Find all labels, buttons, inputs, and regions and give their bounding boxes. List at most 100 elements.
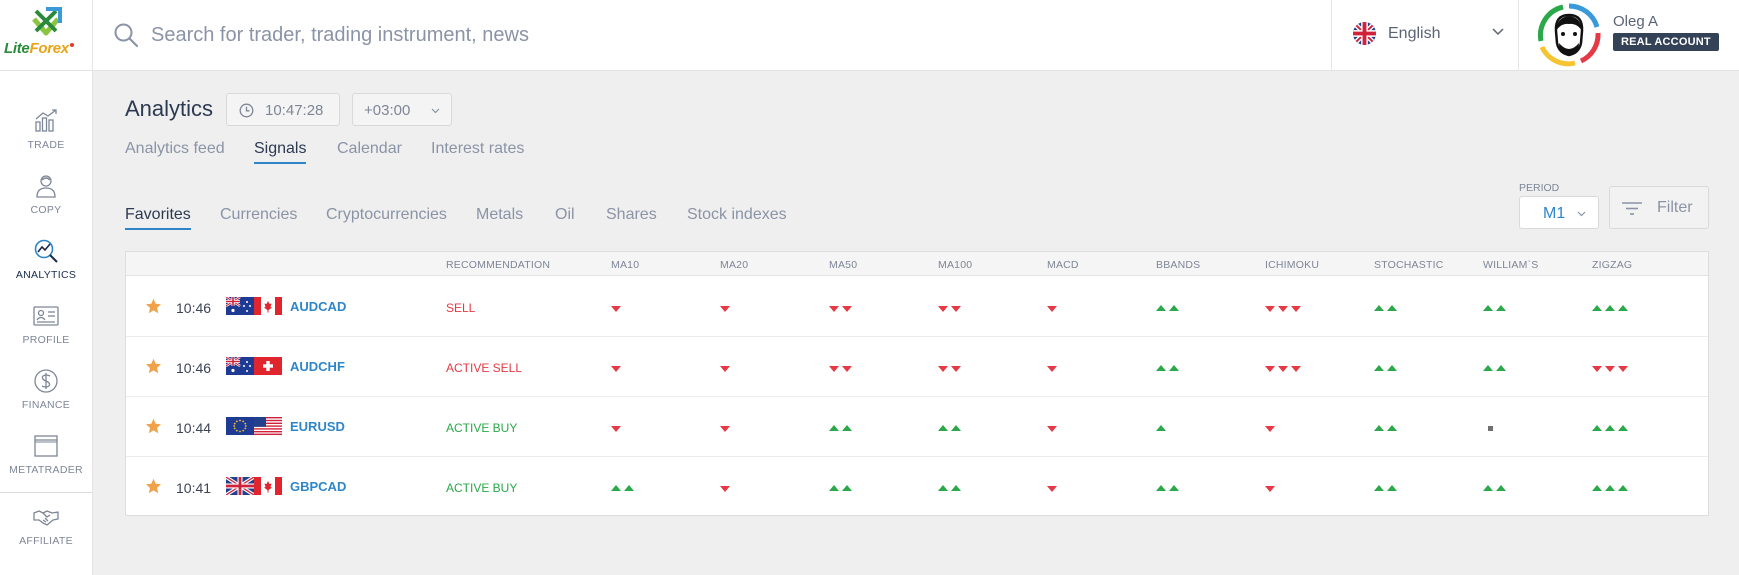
period-select[interactable]: M1 bbox=[1519, 196, 1599, 229]
flag-ca-icon bbox=[254, 477, 282, 495]
subtab-stock-indexes[interactable]: Stock indexes bbox=[687, 206, 787, 230]
chevron-down-icon bbox=[1577, 211, 1586, 217]
period-value: M1 bbox=[1543, 205, 1566, 222]
arrow-up-icon bbox=[1156, 303, 1182, 313]
arrow-up-icon bbox=[938, 423, 964, 433]
table-row[interactable]: 10:46 AUDCAD SELL bbox=[126, 277, 1708, 337]
signal-time: 10:44 bbox=[176, 420, 212, 436]
table-row[interactable]: 10:46 AUDCHF ACTIVE SELL bbox=[126, 337, 1708, 397]
column-header-zigzag: ZIGZAG bbox=[1592, 259, 1633, 271]
page-title: Analytics bbox=[125, 96, 214, 121]
logo-text: LiteForex bbox=[4, 40, 74, 57]
uk-flag-icon bbox=[1353, 22, 1376, 45]
arrow-down-icon bbox=[1265, 483, 1278, 493]
avatar bbox=[1537, 3, 1601, 67]
flag-ch-icon bbox=[254, 357, 282, 375]
sidebar-item-label: PROFILE bbox=[22, 334, 70, 346]
column-header-ma100: MA100 bbox=[938, 259, 973, 271]
arrow-down-icon bbox=[720, 483, 733, 493]
timezone-select[interactable]: +03:00 bbox=[352, 93, 452, 126]
subtab-metals[interactable]: Metals bbox=[476, 206, 523, 230]
arrow-down-icon bbox=[611, 363, 624, 373]
favorite-star-icon[interactable] bbox=[145, 478, 162, 495]
search-input[interactable] bbox=[151, 18, 1301, 52]
sidebar-item-finance[interactable]: FINANCE bbox=[0, 368, 92, 430]
arrow-down-icon bbox=[720, 303, 733, 313]
favorite-star-icon[interactable] bbox=[145, 358, 162, 375]
period-label: PERIOD bbox=[1519, 182, 1560, 194]
sidebar-item-metatrader[interactable]: METATRADER bbox=[0, 433, 92, 495]
trade-chart-icon bbox=[35, 109, 57, 132]
arrow-down-icon bbox=[938, 363, 964, 373]
favorite-star-icon[interactable] bbox=[145, 298, 162, 315]
signal-time: 10:41 bbox=[176, 480, 212, 496]
filter-button[interactable]: Filter bbox=[1609, 186, 1709, 229]
sidebar-item-analytics[interactable]: ANALYTICS bbox=[0, 238, 92, 300]
flag-gb-icon bbox=[226, 477, 255, 495]
table-row[interactable]: 10:44 EURUSD ACTIVE BUY bbox=[126, 397, 1708, 457]
sidebar-item-copy[interactable]: COPY bbox=[0, 173, 92, 235]
favorite-star-icon[interactable] bbox=[145, 418, 162, 435]
tab-analytics-feed[interactable]: Analytics feed bbox=[125, 140, 225, 164]
instrument-link[interactable]: EURUSD bbox=[290, 419, 345, 434]
currency-pair-flags bbox=[226, 477, 282, 495]
sidebar-item-label: FINANCE bbox=[21, 399, 71, 411]
arrow-up-icon bbox=[1156, 363, 1182, 373]
sidebar-item-profile[interactable]: PROFILE bbox=[0, 303, 92, 365]
subtab-shares[interactable]: Shares bbox=[606, 206, 657, 230]
sidebar-item-label: ANALYTICS bbox=[15, 269, 77, 281]
recommendation-value: ACTIVE SELL bbox=[446, 361, 523, 375]
current-time: 10:47:28 bbox=[265, 102, 324, 119]
arrow-up-icon bbox=[938, 483, 964, 493]
sidebar-item-affiliate[interactable]: AFFILIATE bbox=[0, 504, 92, 566]
window-icon bbox=[34, 435, 58, 457]
language-selector[interactable]: English bbox=[1331, 0, 1519, 71]
column-header-stochastic: STOCHASTIC bbox=[1374, 259, 1444, 271]
table-row[interactable]: 10:41 GBPCAD ACTIVE BUY bbox=[126, 457, 1708, 517]
arrow-up-icon bbox=[1156, 483, 1182, 493]
subtab-oil[interactable]: Oil bbox=[555, 206, 575, 230]
column-header-ma20: MA20 bbox=[720, 259, 749, 271]
dollar-icon bbox=[34, 369, 58, 393]
arrow-up-icon bbox=[1592, 483, 1631, 493]
arrow-up-icon bbox=[829, 483, 855, 493]
flag-au-icon bbox=[226, 357, 254, 375]
signal-time: 10:46 bbox=[176, 300, 212, 316]
flag-au-icon bbox=[226, 297, 254, 315]
sidebar-item-trade[interactable]: TRADE bbox=[0, 108, 92, 170]
instrument-link[interactable]: AUDCHF bbox=[290, 359, 345, 374]
currency-pair-flags bbox=[226, 297, 282, 315]
user-profile[interactable]: Oleg A REAL ACCOUNT bbox=[1519, 0, 1739, 71]
subtab-cryptocurrencies[interactable]: Cryptocurrencies bbox=[326, 206, 447, 230]
arrow-down-icon bbox=[720, 423, 733, 433]
tab-interest-rates[interactable]: Interest rates bbox=[431, 140, 524, 164]
column-header-williams: WILLIAM`S bbox=[1483, 259, 1539, 271]
search-bar bbox=[93, 0, 1331, 71]
tab-calendar[interactable]: Calendar bbox=[337, 140, 402, 164]
liteforex-logo[interactable]: LiteForex bbox=[0, 0, 93, 71]
column-header-macd: MACD bbox=[1047, 259, 1079, 271]
arrow-up-icon bbox=[1483, 303, 1509, 313]
signal-time: 10:46 bbox=[176, 360, 212, 376]
tab-signals[interactable]: Signals bbox=[254, 140, 307, 164]
instrument-link[interactable]: GBPCAD bbox=[290, 479, 346, 494]
arrow-down-icon bbox=[1265, 363, 1304, 373]
recommendation-value: SELL bbox=[446, 301, 476, 315]
handshake-icon bbox=[33, 510, 59, 526]
subtab-currencies[interactable]: Currencies bbox=[220, 206, 297, 230]
sidebar-item-label: TRADE bbox=[27, 139, 65, 151]
recommendation-value: ACTIVE BUY bbox=[446, 421, 518, 435]
subtab-favorites[interactable]: Favorites bbox=[125, 206, 191, 230]
instrument-link[interactable]: AUDCAD bbox=[290, 299, 346, 314]
arrow-up-icon bbox=[1156, 423, 1169, 433]
recommendation-value: ACTIVE BUY bbox=[446, 481, 518, 495]
arrow-down-icon bbox=[720, 363, 733, 373]
clock-icon bbox=[239, 103, 254, 118]
signals-table: RECOMMENDATION MA10 MA20 MA50 MA100 MACD… bbox=[125, 251, 1709, 516]
neutral-signal-icon bbox=[1487, 423, 1495, 433]
arrow-down-icon bbox=[1265, 303, 1304, 313]
timezone-value: +03:00 bbox=[364, 102, 411, 119]
sidebar-item-label: METATRADER bbox=[9, 464, 83, 476]
column-header-bbands: BBANDS bbox=[1156, 259, 1201, 271]
chevron-down-icon bbox=[1492, 28, 1504, 36]
